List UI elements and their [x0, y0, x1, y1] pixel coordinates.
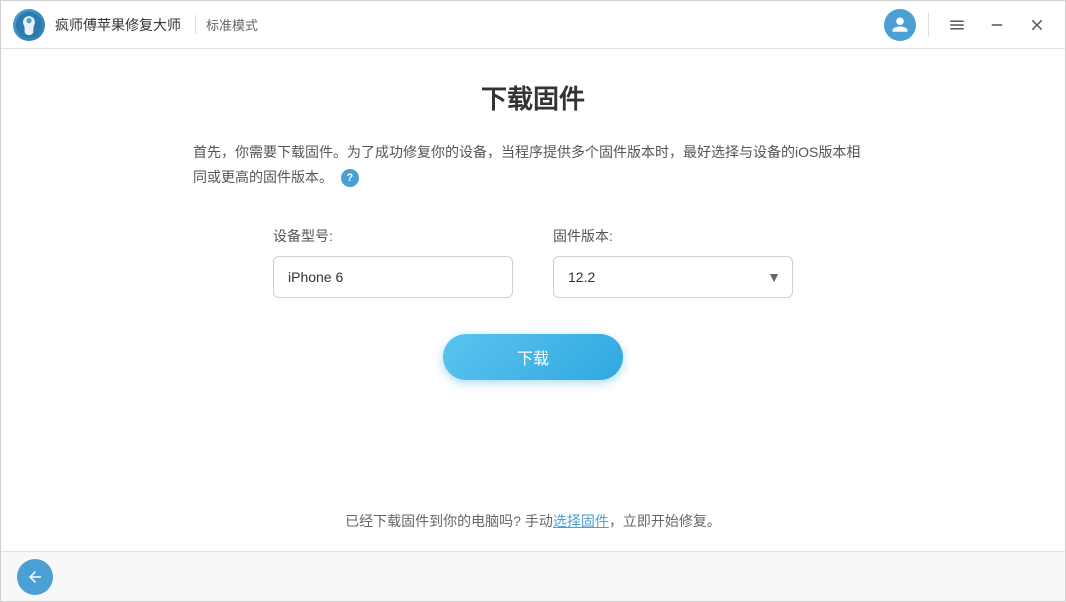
firmware-label: 固件版本: — [553, 226, 793, 246]
mode-label: 标准模式 — [195, 15, 258, 34]
menu-button[interactable] — [941, 9, 973, 41]
minimize-button[interactable] — [981, 9, 1013, 41]
main-content: 下载固件 首先，你需要下载固件。为了成功修复你的设备，当程序提供多个固件版本时，… — [1, 49, 1065, 551]
footer-static-text-after: ，立即开始修复。 — [609, 513, 721, 529]
title-bar-left: 疯师傅苹果修复大师 标准模式 — [13, 9, 884, 41]
main-window: 疯师傅苹果修复大师 标准模式 — [0, 0, 1066, 602]
page-title: 下载固件 — [481, 79, 585, 116]
select-firmware-link[interactable]: 选择固件 — [553, 513, 609, 529]
description-text: 首先，你需要下载固件。为了成功修复你的设备，当程序提供多个固件版本时，最好选择与… — [193, 140, 873, 190]
app-title: 疯师傅苹果修复大师 — [55, 15, 181, 35]
title-bar-right — [884, 9, 1053, 41]
device-form-group: 设备型号: — [273, 226, 513, 298]
download-button[interactable]: 下载 — [443, 334, 623, 380]
bottom-bar — [1, 551, 1065, 601]
app-logo — [13, 9, 45, 41]
back-button[interactable] — [17, 559, 53, 595]
device-input[interactable] — [273, 256, 513, 298]
form-row: 设备型号: 固件版本: 12.2 12.1 12.0 11.4 ▼ — [273, 226, 793, 298]
divider — [928, 13, 929, 37]
footer-text: 已经下载固件到你的电脑吗? 手动选择固件，立即开始修复。 — [345, 511, 721, 531]
device-label: 设备型号: — [273, 226, 513, 246]
close-button[interactable] — [1021, 9, 1053, 41]
firmware-select-wrapper: 12.2 12.1 12.0 11.4 ▼ — [553, 256, 793, 298]
title-bar: 疯师傅苹果修复大师 标准模式 — [1, 1, 1065, 49]
description-content: 首先，你需要下载固件。为了成功修复你的设备，当程序提供多个固件版本时，最好选择与… — [193, 144, 860, 185]
user-icon-button[interactable] — [884, 9, 916, 41]
firmware-select[interactable]: 12.2 12.1 12.0 11.4 — [553, 256, 793, 298]
footer-static-text: 已经下载固件到你的电脑吗? 手动 — [345, 513, 553, 529]
help-icon[interactable]: ? — [341, 169, 359, 187]
firmware-form-group: 固件版本: 12.2 12.1 12.0 11.4 ▼ — [553, 226, 793, 298]
